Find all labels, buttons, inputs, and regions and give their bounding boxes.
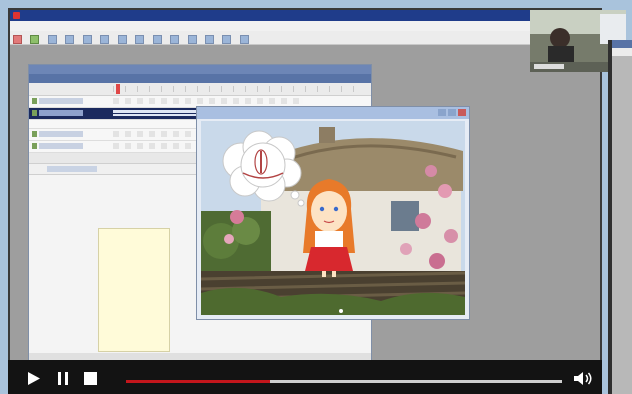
new-file-icon[interactable] [13, 35, 22, 44]
pencil-icon [32, 131, 37, 137]
pencil-icon [32, 110, 37, 116]
frame-ruler [113, 86, 363, 92]
maximize-icon[interactable] [448, 109, 456, 116]
rotate-icon[interactable] [204, 35, 214, 44]
stage-canvas[interactable] [98, 228, 170, 352]
timeline-window-title-bar [29, 65, 371, 74]
animation-preview-scene [201, 121, 465, 315]
menu-bar [10, 21, 600, 31]
layer-name [39, 143, 83, 149]
close-icon[interactable] [458, 109, 466, 116]
pause-icon[interactable] [58, 372, 68, 385]
secondary-title-bar [612, 40, 632, 48]
undo-icon[interactable] [135, 35, 145, 44]
secondary-window-edge [608, 40, 632, 394]
open-file-icon[interactable] [30, 35, 40, 44]
help-icon[interactable] [239, 35, 249, 44]
app-title-bar [10, 10, 600, 21]
timeline-header [29, 83, 371, 96]
align-icon[interactable] [222, 35, 232, 44]
pencil-icon [32, 143, 37, 149]
play-icon[interactable] [28, 372, 40, 385]
copy-icon[interactable] [100, 35, 110, 44]
redo-icon[interactable] [152, 35, 162, 44]
secondary-window [612, 40, 632, 394]
timeline-window-sub-title [29, 74, 371, 83]
playhead[interactable] [116, 84, 120, 94]
save-icon[interactable] [47, 35, 57, 44]
progress-bar[interactable] [126, 380, 562, 383]
progress-fill [126, 380, 270, 383]
pencil-icon [32, 98, 37, 104]
layer-name [39, 98, 83, 104]
volume-icon[interactable] [574, 371, 594, 386]
video-controls-bar [8, 360, 602, 394]
secondary-toolbar [612, 48, 632, 56]
zoom-icon[interactable] [187, 35, 197, 44]
village-scene-illustration [201, 121, 465, 315]
layer-frames[interactable] [113, 98, 303, 104]
layer-name [39, 110, 83, 116]
preview-title-bar [197, 107, 469, 119]
scene-tab[interactable] [47, 166, 97, 172]
cut-icon[interactable] [82, 35, 92, 44]
snap-icon[interactable] [170, 35, 180, 44]
print-icon[interactable] [65, 35, 75, 44]
paste-icon[interactable] [117, 35, 127, 44]
minimize-icon[interactable] [438, 109, 446, 116]
app-icon [13, 12, 20, 19]
layer-name [39, 131, 83, 137]
stop-icon[interactable] [84, 372, 97, 385]
preview-window [196, 106, 470, 320]
toolbar [10, 31, 600, 45]
video-player-screen: { "app": { "title": "", "menu": ["", "",… [0, 0, 632, 394]
